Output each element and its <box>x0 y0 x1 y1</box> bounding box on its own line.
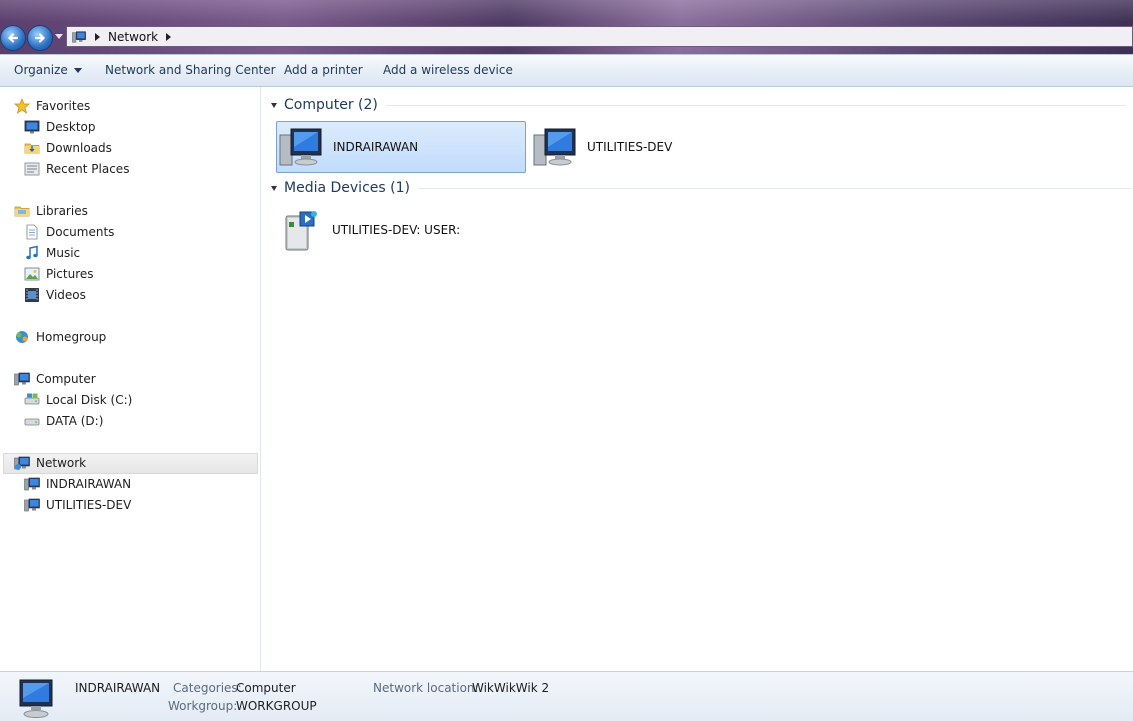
nav-network-utilities-dev[interactable]: UTILITIES-DEV <box>24 495 131 515</box>
media-device-icon <box>285 211 317 251</box>
document-icon <box>26 224 38 240</box>
add-printer-button[interactable]: Add a printer <box>284 63 363 77</box>
homegroup-icon <box>16 331 28 343</box>
group-divider <box>385 104 1126 106</box>
nav-recent-places[interactable]: Recent Places <box>24 159 129 179</box>
nav-recent-places-label: Recent Places <box>46 162 130 176</box>
nav-videos-label: Videos <box>46 288 86 302</box>
forward-arrow-icon <box>34 33 46 43</box>
nav-homegroup[interactable]: Homegroup <box>14 327 106 347</box>
back-button[interactable] <box>0 25 26 51</box>
nav-network-indrairawan-label: INDRAIRAWAN <box>46 477 132 491</box>
drive-icon <box>24 413 40 429</box>
navigation-pane: Favorites Desktop Downloads Recent Place… <box>0 87 261 671</box>
collapse-triangle-icon[interactable] <box>271 102 277 108</box>
network-globe-icon <box>14 455 30 470</box>
computer-name: INDRAIRAWAN <box>333 140 419 154</box>
computer-tile-utilities-dev[interactable]: UTILITIES-DEV <box>531 121 751 173</box>
nav-desktop-label: Desktop <box>46 120 96 134</box>
nav-music[interactable]: Music <box>24 243 80 263</box>
group-title: Computer (2) <box>284 97 378 113</box>
breadcrumb-network[interactable]: Network <box>108 30 158 44</box>
chevron-right-icon[interactable] <box>95 32 100 41</box>
media-device-tile[interactable]: UTILITIES-DEV: USER: <box>276 204 526 256</box>
nav-network-utilities-dev-label: UTILITIES-DEV <box>46 498 132 512</box>
computer-tile-indrairawan[interactable]: INDRAIRAWAN <box>276 121 526 173</box>
network-sharing-center-button[interactable]: Network and Sharing Center <box>105 63 276 77</box>
media-device-name: UTILITIES-DEV: USER: <box>332 223 461 237</box>
recent-pages-dropdown[interactable] <box>55 34 63 39</box>
collapse-triangle-icon[interactable] <box>271 185 277 191</box>
add-wireless-device-button[interactable]: Add a wireless device <box>383 63 513 77</box>
network-globe-icon <box>71 30 87 44</box>
nav-libraries[interactable]: Libraries <box>14 201 88 221</box>
nav-data-drive-label: DATA (D:) <box>46 414 104 428</box>
details-network-location-label: Network location: <box>373 681 479 695</box>
details-workgroup-label: Workgroup: <box>168 699 238 713</box>
star-icon <box>14 98 30 114</box>
group-title: Media Devices (1) <box>284 180 410 196</box>
details-pane: INDRAIRAWAN Categories: Computer Workgro… <box>0 671 1133 721</box>
nav-local-disk[interactable]: Local Disk (C:) <box>24 390 132 410</box>
chevron-right-icon[interactable] <box>166 32 172 41</box>
recent-places-icon <box>24 162 40 176</box>
nav-computer[interactable]: Computer <box>14 369 96 389</box>
group-header-computer[interactable]: Computer (2) <box>271 94 1131 116</box>
monitor-icon <box>24 119 40 135</box>
details-name: INDRAIRAWAN <box>75 681 161 695</box>
picture-icon <box>24 267 40 281</box>
nav-documents-label: Documents <box>46 225 115 239</box>
group-header-media-devices[interactable]: Media Devices (1) <box>271 177 1131 199</box>
computer-icon <box>24 497 40 513</box>
nav-data-drive[interactable]: DATA (D:) <box>24 411 103 431</box>
address-bar[interactable]: Network <box>66 26 1133 47</box>
nav-pictures-label: Pictures <box>46 267 94 281</box>
computer-icon <box>279 128 322 166</box>
forward-button[interactable] <box>27 25 53 51</box>
nav-network-indrairawan[interactable]: INDRAIRAWAN <box>24 474 131 494</box>
group-divider <box>417 187 1131 189</box>
chevron-down-icon <box>73 68 82 73</box>
nav-homegroup-label: Homegroup <box>36 330 107 344</box>
organize-label: Organize <box>14 63 68 77</box>
organize-menu[interactable]: Organize <box>14 63 82 77</box>
details-workgroup-value: WORKGROUP <box>236 699 317 713</box>
nav-local-disk-label: Local Disk (C:) <box>46 393 133 407</box>
nav-downloads[interactable]: Downloads <box>24 138 112 158</box>
nav-desktop[interactable]: Desktop <box>24 117 96 137</box>
nav-favorites[interactable]: Favorites <box>14 96 90 116</box>
nav-network[interactable]: Network <box>14 453 86 473</box>
details-categories-value: Computer <box>236 681 296 695</box>
details-categories-label: Categories: <box>173 681 242 695</box>
nav-favorites-label: Favorites <box>36 99 91 113</box>
computer-icon <box>533 128 576 166</box>
computer-icon <box>24 476 40 492</box>
folder-icon <box>24 140 40 156</box>
music-note-icon <box>26 245 38 260</box>
content-pane: Computer (2) INDRAIRAWAN UTILITIES-DEV M… <box>261 87 1133 671</box>
system-drive-icon <box>24 393 40 408</box>
back-arrow-icon <box>7 33 19 43</box>
nav-documents[interactable]: Documents <box>24 222 114 242</box>
computer-icon <box>14 371 30 387</box>
library-icon <box>14 203 30 219</box>
computer-icon <box>19 679 53 718</box>
nav-computer-label: Computer <box>36 372 96 386</box>
command-bar: Organize Network and Sharing Center Add … <box>0 54 1133 87</box>
nav-libraries-label: Libraries <box>36 204 88 218</box>
nav-network-label: Network <box>36 456 87 470</box>
nav-music-label: Music <box>46 246 81 260</box>
nav-pictures[interactable]: Pictures <box>24 264 94 284</box>
nav-videos[interactable]: Videos <box>24 285 86 305</box>
computer-name: UTILITIES-DEV <box>587 140 673 154</box>
video-icon <box>25 288 39 302</box>
nav-downloads-label: Downloads <box>46 141 112 155</box>
details-network-location-value: WikWikWik 2 <box>472 681 550 695</box>
